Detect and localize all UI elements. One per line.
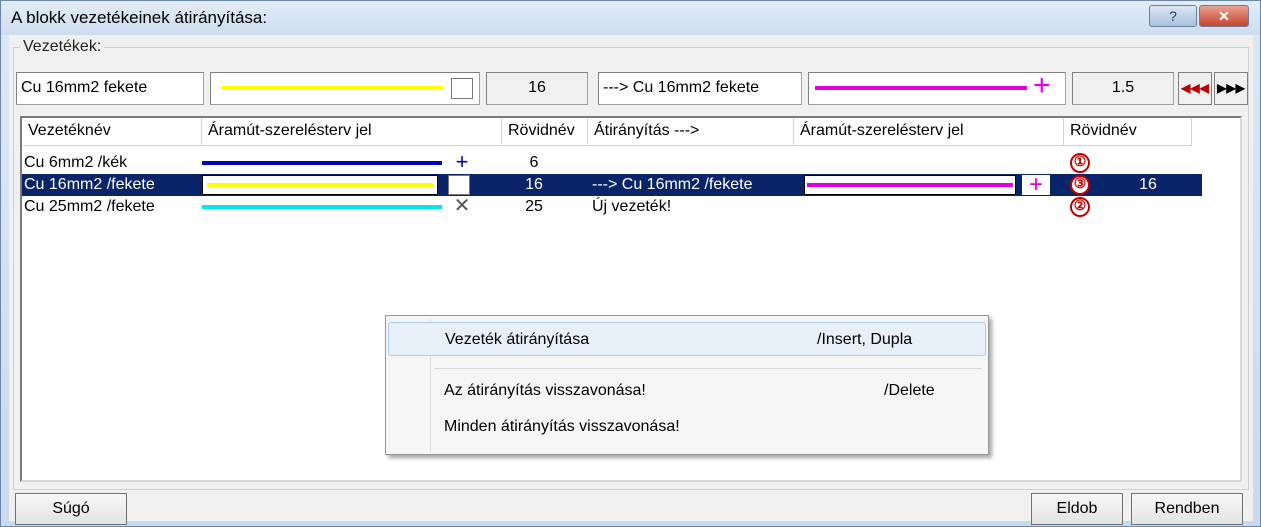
target-short-cell: 16 — [1139, 176, 1157, 193]
target-symbol-field: + — [808, 72, 1066, 105]
menu-item-undo-redirect[interactable]: Az átirányítás visszavonása! /Delete — [388, 374, 986, 408]
plus-symbol-icon: + — [1022, 173, 1050, 197]
target-name-field[interactable]: ---> Cu 16mm2 fekete — [598, 72, 802, 105]
menu-item-shortcut: /Insert, Dupla — [817, 331, 913, 348]
close-icon: ✕ — [1218, 8, 1230, 24]
badge-two-icon: ② — [1070, 197, 1090, 217]
ok-button[interactable]: Rendben — [1131, 493, 1243, 525]
triple-right-arrow-icon: ▶▶▶ — [1217, 81, 1245, 95]
cancel-button[interactable]: Eldob — [1031, 493, 1123, 525]
help-title-button[interactable]: ? — [1149, 5, 1197, 27]
dialog-window: A blokk vezetékeinek átirányítása: ? ✕ V… — [0, 0, 1261, 527]
wire-short: 25 — [525, 198, 543, 215]
menu-item-label: Vezeték átirányítása — [445, 331, 590, 348]
source-name-field[interactable]: Cu 16mm2 fekete — [16, 72, 204, 105]
menu-item-shortcut: /Delete — [884, 382, 935, 399]
help-button[interactable]: Súgó — [15, 493, 127, 525]
wire-name: Cu 25mm2 /fekete — [24, 198, 155, 215]
column-header-short[interactable]: Rövidnév — [502, 118, 588, 146]
next-button[interactable]: ▶▶▶ — [1214, 72, 1248, 105]
menu-separator — [434, 368, 982, 369]
window-title: A blokk vezetékeinek átirányítása: — [11, 8, 268, 27]
plus-symbol-icon: + — [1033, 72, 1051, 102]
square-symbol-icon — [451, 78, 473, 99]
group-label: Vezetékek: — [20, 38, 105, 56]
previous-button[interactable]: ◀◀◀ — [1178, 72, 1212, 105]
triple-left-arrow-icon: ◀◀◀ — [1181, 81, 1209, 95]
badge-three-icon: ③ — [1070, 175, 1090, 195]
source-line-swatch — [221, 86, 443, 90]
source-short-field[interactable]: 16 — [486, 72, 588, 105]
line-swatch — [202, 205, 442, 209]
redirect-text: ---> Cu 16mm2 /fekete — [592, 176, 753, 193]
source-short: 16 — [528, 79, 546, 96]
context-menu: Vezeték átirányítása /Insert, Dupla Az á… — [385, 315, 989, 455]
column-header-target-symbol[interactable]: Áramút-szerelésterv jel — [794, 118, 1064, 146]
column-header-redirect[interactable]: Átirányítás ---> — [588, 118, 794, 146]
question-icon: ? — [1169, 8, 1177, 24]
menu-item-label: Minden átirányítás visszavonása! — [444, 418, 680, 435]
menu-item-undo-all[interactable]: Minden átirányítás visszavonása! — [388, 410, 986, 444]
redirect-text: Új vezeték! — [592, 198, 672, 215]
target-swatch-box — [804, 175, 1016, 195]
cross-symbol-icon: ✕ — [453, 195, 471, 217]
menu-item-label: Az átirányítás visszavonása! — [444, 382, 646, 399]
target-short: 1.5 — [1111, 79, 1135, 96]
wire-name: Cu 16mm2 /fekete — [24, 176, 155, 193]
title-bar[interactable]: A blokk vezetékeinek átirányítása: ? ✕ — [1, 1, 1260, 35]
target-short-field[interactable]: 1.5 — [1072, 72, 1174, 105]
source-symbol-field — [210, 72, 480, 105]
target-line-swatch — [807, 183, 1013, 187]
table-row-selected[interactable]: Cu 16mm2 /fekete 16 ---> Cu 16mm2 /feket… — [22, 173, 1202, 197]
wire-short: 6 — [529, 154, 539, 171]
table-row[interactable]: Cu 6mm2 /kék + 6 ① — [22, 149, 1202, 174]
column-header-symbol[interactable]: Áramút-szerelésterv jel — [202, 118, 502, 146]
table-row[interactable]: Cu 25mm2 /fekete ✕ 25 Új vezeték! ② — [22, 196, 1202, 218]
line-swatch — [202, 161, 442, 165]
wire-short: 16 — [525, 176, 543, 193]
square-symbol-icon — [448, 175, 470, 195]
column-header-name[interactable]: Vezetéknév — [22, 118, 202, 146]
target-line-swatch — [815, 86, 1027, 90]
line-swatch-box — [202, 175, 438, 195]
wire-name: Cu 6mm2 /kék — [24, 154, 128, 171]
column-header-target-short[interactable]: Rövidnév — [1064, 118, 1192, 146]
line-swatch — [207, 183, 433, 187]
badge-one-icon: ① — [1070, 153, 1090, 173]
target-name: ---> Cu 16mm2 fekete — [603, 79, 760, 96]
close-button[interactable]: ✕ — [1199, 5, 1249, 27]
source-name: Cu 16mm2 fekete — [21, 79, 148, 96]
menu-item-redirect[interactable]: Vezeték átirányítása /Insert, Dupla — [388, 322, 986, 356]
plus-symbol-icon: + — [455, 149, 469, 174]
